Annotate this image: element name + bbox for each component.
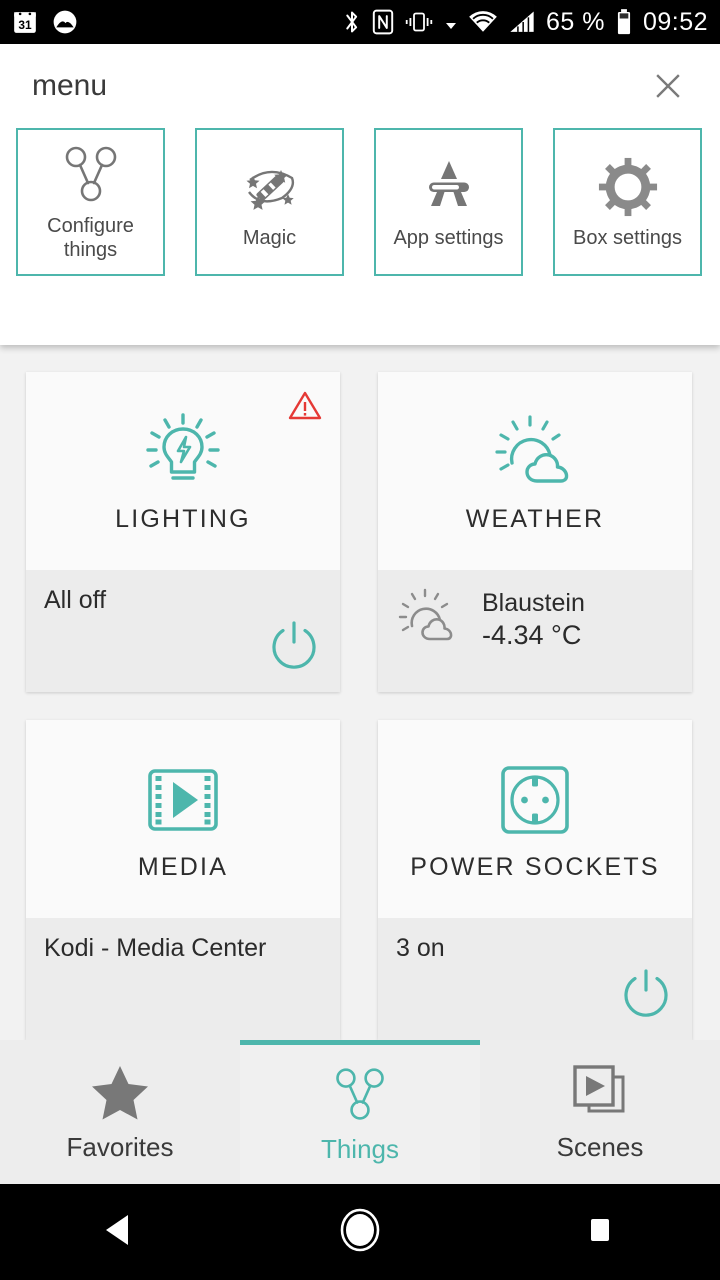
battery-percent-label: 65 % (545, 7, 605, 36)
power-socket-icon (495, 757, 575, 843)
menu-panel: menu Configure things Magic App settings… (0, 44, 720, 345)
nav-item-scenes[interactable]: Scenes (480, 1040, 720, 1184)
tile-header: MEDIA (26, 720, 340, 918)
scenes-stack-icon (569, 1062, 631, 1124)
tile-title: WEATHER (465, 504, 605, 533)
back-triangle-icon (97, 1207, 143, 1258)
bluetooth-icon (342, 9, 362, 35)
home-button[interactable] (240, 1205, 480, 1260)
sun-cloud-small-icon (396, 586, 462, 653)
tile-title: LIGHTING (115, 504, 251, 533)
clock-label: 09:52 (642, 7, 708, 36)
app-settings-icon (417, 154, 481, 220)
menu-card-label: Box settings (573, 227, 682, 249)
tile-header: WEATHER (378, 372, 692, 570)
weather-text: Blaustein -4.34 °C (482, 589, 585, 651)
status-bar-right-icons: 65 % 09:52 (342, 8, 708, 37)
close-icon[interactable] (646, 64, 690, 108)
battery-icon (615, 8, 633, 36)
tile-status-label: 3 on (396, 934, 445, 962)
app-screen: 31 65 % 09:52 menu Configure things Magi… (0, 0, 720, 1280)
magic-wand-icon (238, 154, 302, 220)
status-bar: 31 65 % 09:52 (0, 0, 720, 44)
star-icon (89, 1062, 151, 1124)
menu-card-magic[interactable]: Magic (195, 128, 344, 276)
menu-cards: Configure things Magic App settings Box … (0, 128, 720, 276)
sun-cloud-icon (492, 409, 578, 495)
tile-body: All off (26, 570, 340, 692)
tile-media[interactable]: MEDIA Kodi - Media Center (26, 720, 340, 1040)
menu-card-configure-things[interactable]: Configure things (16, 128, 165, 276)
svg-text:31: 31 (18, 18, 32, 32)
power-icon[interactable] (618, 965, 674, 1026)
weather-location: Blaustein (482, 588, 585, 617)
tile-body: 3 on (378, 918, 692, 1040)
recents-button[interactable] (480, 1208, 720, 1257)
nav-item-label: Things (320, 1134, 400, 1164)
nav-item-things[interactable]: Things (240, 1040, 480, 1184)
vibrate-icon (404, 9, 434, 35)
menu-header: menu (0, 44, 720, 128)
tile-status-label: All off (44, 586, 107, 614)
tile-body: Kodi - Media Center (26, 918, 340, 1040)
film-play-icon (140, 757, 226, 843)
gear-icon (596, 154, 660, 220)
tile-title: MEDIA (137, 852, 229, 881)
tile-weather[interactable]: WEATHER Blaustein -4.34 °C (378, 372, 692, 692)
recents-square-icon (578, 1208, 622, 1257)
photos-cloud-icon (52, 9, 78, 35)
tile-header: POWER SOCKETS (378, 720, 692, 918)
nav-item-label: Scenes (556, 1131, 644, 1162)
tile-status-label: Kodi - Media Center (44, 934, 267, 962)
menu-card-app-settings[interactable]: App settings (374, 128, 523, 276)
bottom-navigation: Favorites Things Scenes (0, 1040, 720, 1184)
menu-card-label: App settings (393, 227, 504, 249)
nav-item-favorites[interactable]: Favorites (0, 1040, 240, 1184)
back-button[interactable] (0, 1207, 240, 1258)
tile-body: Blaustein -4.34 °C (378, 570, 692, 692)
menu-card-label: Configure things (47, 215, 134, 261)
page-title: menu (32, 69, 108, 102)
tile-header: LIGHTING (26, 372, 340, 570)
menu-card-label: Magic (242, 227, 297, 249)
things-node-icon (59, 142, 123, 208)
dropdown-arrow-icon (444, 9, 458, 35)
tile-power-sockets[interactable]: POWER SOCKETS 3 on (378, 720, 692, 1040)
cellular-signal-icon (508, 9, 536, 35)
calendar-31-icon: 31 (12, 9, 38, 35)
weather-temperature: -4.34 °C (482, 619, 582, 650)
android-navigation-bar (0, 1184, 720, 1280)
tile-lighting[interactable]: LIGHTING All off (26, 372, 340, 692)
weather-summary: Blaustein -4.34 °C (396, 586, 585, 653)
lightbulb-icon (140, 409, 226, 495)
nav-item-label: Favorites (66, 1131, 174, 1162)
status-bar-left-icons: 31 (12, 9, 78, 35)
wifi-icon (468, 9, 498, 35)
menu-card-box-settings[interactable]: Box settings (553, 128, 702, 276)
tile-title: POWER SOCKETS (410, 852, 660, 881)
tile-grid: LIGHTING All off WEATHER Blaustein -4.34… (0, 360, 720, 1052)
home-circle-icon (335, 1205, 385, 1260)
nfc-icon (372, 9, 394, 35)
power-icon[interactable] (266, 617, 322, 678)
things-node-icon (330, 1064, 390, 1126)
warning-triangle-icon (288, 390, 322, 427)
